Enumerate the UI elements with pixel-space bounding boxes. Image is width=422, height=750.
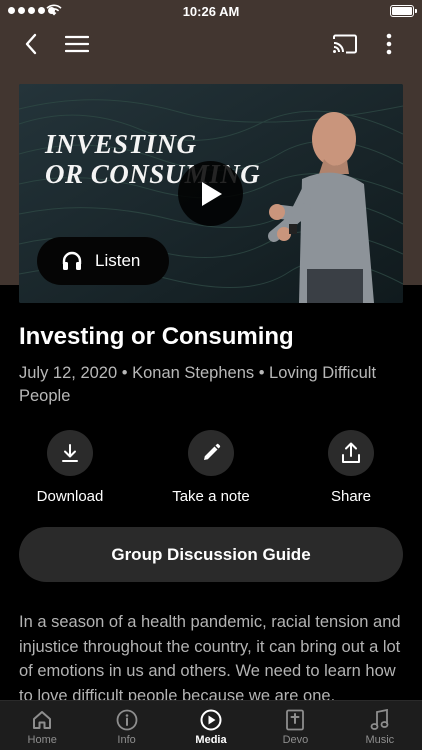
- download-label: Download: [36, 488, 104, 505]
- tab-devo[interactable]: Devo: [253, 701, 337, 750]
- sermon-title: Investing or Consuming: [19, 323, 294, 350]
- action-row: Download Take a note Share: [0, 430, 422, 510]
- info-icon: [116, 709, 138, 731]
- sermon-description: In a season of a health pandemic, racial…: [19, 613, 401, 705]
- pencil-icon: [204, 443, 221, 460]
- take-note-button[interactable]: Take a note: [151, 430, 271, 505]
- share-button[interactable]: Share: [291, 430, 411, 505]
- thumbnail-title-line1: INVESTING: [45, 129, 197, 159]
- hamburger-icon: [65, 35, 89, 53]
- tab-bar: Home Info Media Devo Music: [0, 700, 422, 750]
- tab-home-label: Home: [27, 734, 57, 746]
- group-discussion-guide-button[interactable]: Group Discussion Guide: [19, 527, 403, 582]
- vertical-dots-icon: [386, 33, 392, 55]
- tab-music-label: Music: [365, 734, 395, 746]
- tab-home[interactable]: Home: [0, 701, 84, 750]
- sermon-meta: July 12, 2020 • Konan Stephens • Loving …: [19, 364, 377, 405]
- home-icon: [33, 711, 52, 729]
- cast-icon: [333, 34, 357, 54]
- more-button[interactable]: [372, 28, 406, 60]
- share-label: Share: [330, 488, 372, 505]
- tab-info[interactable]: Info: [84, 701, 168, 750]
- share-icon: [342, 442, 360, 463]
- chevron-left-icon: [25, 33, 37, 55]
- download-icon: [62, 444, 78, 462]
- play-circle-icon: [200, 709, 222, 731]
- video-player[interactable]: INVESTING OR CONSUMING Listen: [19, 84, 403, 303]
- listen-button[interactable]: Listen: [37, 237, 169, 285]
- tab-media[interactable]: Media: [169, 701, 253, 750]
- take-note-label: Take a note: [172, 488, 250, 505]
- battery-icon: [390, 5, 417, 17]
- menu-button[interactable]: [60, 28, 94, 60]
- status-bar: 10:26 AM: [0, 0, 422, 22]
- play-icon: [201, 181, 222, 206]
- navbar: [0, 24, 422, 64]
- download-button[interactable]: Download: [10, 430, 130, 505]
- cast-button[interactable]: [328, 28, 362, 60]
- tab-devo-label: Devo: [282, 734, 309, 746]
- status-time: 10:26 AM: [182, 4, 240, 19]
- tab-info-label: Info: [117, 734, 136, 746]
- tab-media-label: Media: [195, 734, 227, 746]
- back-button[interactable]: [14, 28, 48, 60]
- bible-icon: [286, 709, 305, 731]
- headphones-icon: [62, 251, 82, 270]
- tab-music[interactable]: Music: [338, 701, 422, 750]
- music-note-icon: [370, 709, 389, 730]
- play-button[interactable]: [178, 161, 243, 226]
- listen-label: Listen: [95, 251, 141, 270]
